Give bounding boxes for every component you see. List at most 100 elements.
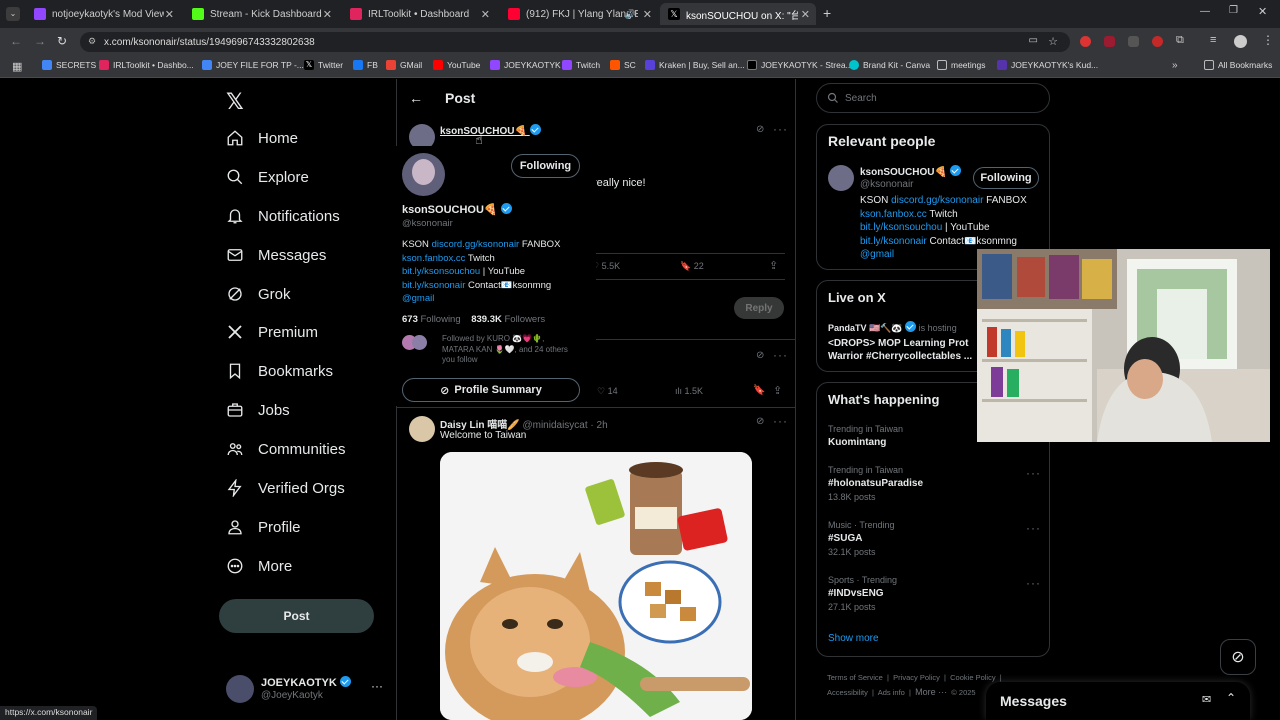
person-name[interactable]: ksonSOUCHOU🍕: [860, 165, 961, 178]
post-button[interactable]: Post: [219, 599, 374, 633]
footer-link[interactable]: Ads info: [878, 688, 905, 697]
trend-more-icon[interactable]: ···: [1026, 466, 1041, 480]
author-name[interactable]: ksonSOUCHOU🍕: [440, 124, 541, 137]
bio-link[interactable]: discord.gg/ksononair: [432, 239, 520, 250]
share-icon[interactable]: ⇪: [773, 384, 782, 397]
more-options-icon[interactable]: ···: [773, 122, 788, 136]
bio-link[interactable]: bit.ly/ksononair: [402, 280, 465, 291]
messages-drawer[interactable]: Messages ✉ ⌃: [986, 682, 1250, 720]
x-logo-icon[interactable]: 𝕏: [226, 89, 244, 115]
views-count[interactable]: ılı 1.5K: [675, 386, 703, 396]
expand-chevron-icon[interactable]: ⌃: [1226, 691, 1236, 705]
timestamp[interactable]: · 2h: [590, 420, 607, 431]
more-options-icon[interactable]: ···: [773, 414, 788, 428]
nav-notifications[interactable]: Notifications: [226, 207, 340, 225]
bookmark[interactable]: JOEYKAOTYK - Strea...: [747, 60, 853, 70]
footer-link[interactable]: Privacy Policy: [893, 673, 940, 682]
share-icon[interactable]: ⇪: [769, 259, 778, 272]
search-input[interactable]: Search: [816, 83, 1050, 113]
reload-icon[interactable]: ↻: [57, 34, 67, 48]
audio-playing-icon[interactable]: 🔊: [625, 9, 636, 20]
author-handle[interactable]: @minidaisycat: [522, 420, 587, 431]
avatar[interactable]: [402, 153, 445, 196]
restore-icon[interactable]: ❐: [1229, 5, 1238, 16]
tab-search-icon[interactable]: ⌄: [6, 7, 20, 21]
trend-item[interactable]: Trending in Taiwan #holonatsuParadise 13…: [828, 465, 923, 502]
minimize-icon[interactable]: —: [1200, 6, 1210, 17]
grok-explain-icon[interactable]: ⊘: [756, 124, 764, 135]
footer-link[interactable]: Terms of Service: [827, 673, 883, 682]
extension-icon[interactable]: [1104, 36, 1115, 47]
nav-home[interactable]: Home: [226, 129, 298, 147]
browser-tab[interactable]: Stream - Kick Dashboard ✕: [184, 3, 338, 25]
nav-jobs[interactable]: Jobs: [226, 401, 290, 419]
bookmark-star-icon[interactable]: ☆: [1048, 35, 1058, 48]
tweet-image[interactable]: [440, 452, 752, 720]
install-app-icon[interactable]: ▭: [1029, 35, 1038, 46]
browser-tab[interactable]: IRLToolkit • Dashboard ✕: [342, 3, 496, 25]
grok-floating-button[interactable]: ⊘: [1220, 639, 1256, 675]
browser-tab-active[interactable]: 𝕏 ksonSOUCHOU on X: "台湾 ✕: [660, 3, 816, 25]
bookmark[interactable]: Twitch: [562, 60, 600, 70]
bookmark-icon[interactable]: 🔖: [753, 385, 765, 396]
bookmark[interactable]: SECRETS: [42, 60, 96, 70]
address-bar[interactable]: ⚙ x.com/ksononair/status/194969674333280…: [80, 32, 1070, 52]
bookmark[interactable]: FB: [353, 60, 378, 70]
trend-item[interactable]: Trending in Taiwan Kuomintang: [828, 424, 903, 448]
bookmark[interactable]: Kraken | Buy, Sell an...: [645, 60, 745, 70]
browser-menu-icon[interactable]: ⋮: [1262, 33, 1274, 47]
bookmark[interactable]: GMail: [386, 60, 422, 70]
browser-tab[interactable]: (912) FKJ | Ylang Ylang EP ( 🔊 ✕: [500, 3, 658, 25]
extension-icon[interactable]: [1152, 36, 1163, 47]
bookmark[interactable]: JOEYKAOTYK's Kud...: [997, 60, 1098, 70]
nav-profile[interactable]: Profile: [226, 518, 301, 536]
trend-item[interactable]: Sports · Trending #INDvsENG 27.1K posts: [828, 575, 897, 612]
live-title[interactable]: <DROPS> MOP Learning Prot Warrior #Cherr…: [828, 337, 978, 363]
back-arrow-icon[interactable]: ←: [409, 90, 423, 106]
close-tab-icon[interactable]: ✕: [323, 8, 332, 21]
close-tab-icon[interactable]: ✕: [801, 8, 810, 21]
new-tab-icon[interactable]: +: [823, 5, 831, 21]
grok-explain-icon[interactable]: ⊘: [756, 416, 764, 427]
nav-more[interactable]: More: [226, 557, 292, 575]
bookmark[interactable]: 𝕏 Twitter: [304, 60, 343, 70]
trend-more-icon[interactable]: ···: [1026, 521, 1041, 535]
bookmark[interactable]: Brand Kit - Canva: [849, 60, 930, 70]
footer-link[interactable]: Cookie Policy: [950, 673, 995, 682]
like-button[interactable]: ♡ 14: [597, 386, 618, 397]
bookmark[interactable]: YouTube: [433, 60, 480, 70]
account-menu-icon[interactable]: ···: [371, 679, 383, 693]
bookmark-folder[interactable]: meetings: [937, 60, 986, 70]
following-count-link[interactable]: 673 Following: [402, 314, 461, 325]
following-button[interactable]: Following: [973, 167, 1039, 189]
bookmark-button[interactable]: 🔖 22: [680, 261, 704, 272]
bookmark[interactable]: SC: [610, 60, 636, 70]
show-more-link[interactable]: Show more: [828, 633, 879, 644]
nav-grok[interactable]: Grok: [226, 285, 291, 303]
profile-avatar-icon[interactable]: [1234, 35, 1247, 48]
bookmark[interactable]: JOEY FILE FOR TP -...: [202, 60, 304, 70]
nav-premium[interactable]: Premium: [226, 323, 318, 341]
bookmark[interactable]: JOEYKAOTYK: [490, 60, 561, 70]
more-bookmarks-icon[interactable]: »: [1172, 60, 1178, 71]
apps-grid-icon[interactable]: ▦: [12, 60, 22, 73]
extension-icon[interactable]: [1080, 36, 1091, 47]
close-tab-icon[interactable]: ✕: [165, 8, 174, 21]
trend-more-icon[interactable]: ···: [1026, 576, 1041, 590]
browser-tab[interactable]: notjoeykaotyk's Mod View - Tw ✕: [26, 3, 180, 25]
forward-icon[interactable]: →: [34, 34, 46, 48]
followers-count-link[interactable]: 839.3K Followers: [471, 314, 545, 325]
nav-communities[interactable]: Communities: [226, 440, 346, 458]
close-tab-icon[interactable]: ✕: [643, 8, 652, 21]
site-info-icon[interactable]: ⚙: [88, 36, 96, 47]
avatar[interactable]: [409, 416, 435, 442]
bookmark[interactable]: IRLToolkit • Dashbo...: [99, 60, 194, 70]
nav-bookmarks[interactable]: Bookmarks: [226, 362, 333, 380]
compose-message-icon[interactable]: ✉: [1202, 693, 1211, 706]
nav-messages[interactable]: Messages: [226, 246, 326, 264]
grok-explain-icon[interactable]: ⊘: [756, 350, 764, 361]
account-switcher[interactable]: JOEYKAOTYK @JoeyKaotyk ···: [226, 675, 386, 705]
bio-link[interactable]: bit.ly/ksonsouchou: [402, 266, 480, 277]
reply-button[interactable]: Reply: [734, 297, 784, 319]
all-bookmarks-folder[interactable]: All Bookmarks: [1204, 60, 1272, 70]
